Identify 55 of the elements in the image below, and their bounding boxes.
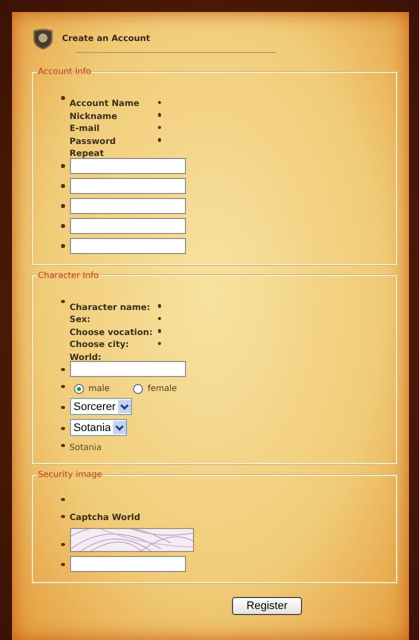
input-field[interactable] [70,158,186,174]
bullet-dot [61,244,64,248]
captcha-label: Captcha World [70,512,140,524]
input-field[interactable] [70,218,186,234]
bullet-dot [158,100,161,104]
bullet-dot [61,562,64,566]
world-name: Sotania [70,443,102,453]
input-field[interactable] [70,198,186,214]
bullet-dot [158,316,161,320]
bullet-dot [61,514,64,518]
caret-icon [114,424,124,430]
dropdown[interactable]: Sotania [70,419,127,436]
input-field[interactable] [70,361,186,377]
caret-icon [120,404,129,410]
bullet-dot [61,204,64,208]
section-legend: Character Info [37,270,100,280]
bullet-dot [61,164,64,168]
radio-option[interactable]: female [132,384,177,394]
field-label: Repeat [70,149,104,159]
bullet-dot [61,426,64,430]
field-label: Password [70,136,116,146]
bullet-dot [61,384,64,388]
field-label: Character name: [70,302,150,312]
bullet-dot [158,342,161,345]
radio-option[interactable]: male [74,384,110,394]
shield-icon [32,28,54,50]
field-label: Choose vocation: [70,328,153,338]
field-label: E-mail [70,124,100,134]
field-label: World: [70,352,102,362]
bullet-dot [61,498,64,501]
input-field[interactable] [70,238,186,254]
page-title: Create an Account [62,34,150,44]
bullet-dot [61,406,64,409]
field-label: Account Name [70,99,140,109]
bullet-dot [61,368,64,371]
field-label: Nickname [70,112,118,122]
field-label: Choose city: [70,340,129,350]
bullet-dot [158,126,161,129]
bullet-dot [158,329,161,332]
input-field[interactable] [70,178,186,194]
bullet-dot [158,113,161,116]
bullet-dot [61,224,64,228]
field-label: Sex: [70,315,90,325]
input-field[interactable] [70,556,186,572]
bullet-dot [61,542,64,546]
bullet-dot [158,304,161,308]
bullet-dot [61,444,64,447]
bullet-dot [158,138,161,142]
bullet-dot [61,300,64,303]
register-button[interactable]: Register [232,597,302,615]
bullet-dot [61,184,64,188]
dropdown[interactable]: Sorcerer [70,398,132,415]
bullet-dot [61,96,64,100]
section-legend: Account Info [37,67,92,77]
section-legend: Security image [37,470,104,480]
